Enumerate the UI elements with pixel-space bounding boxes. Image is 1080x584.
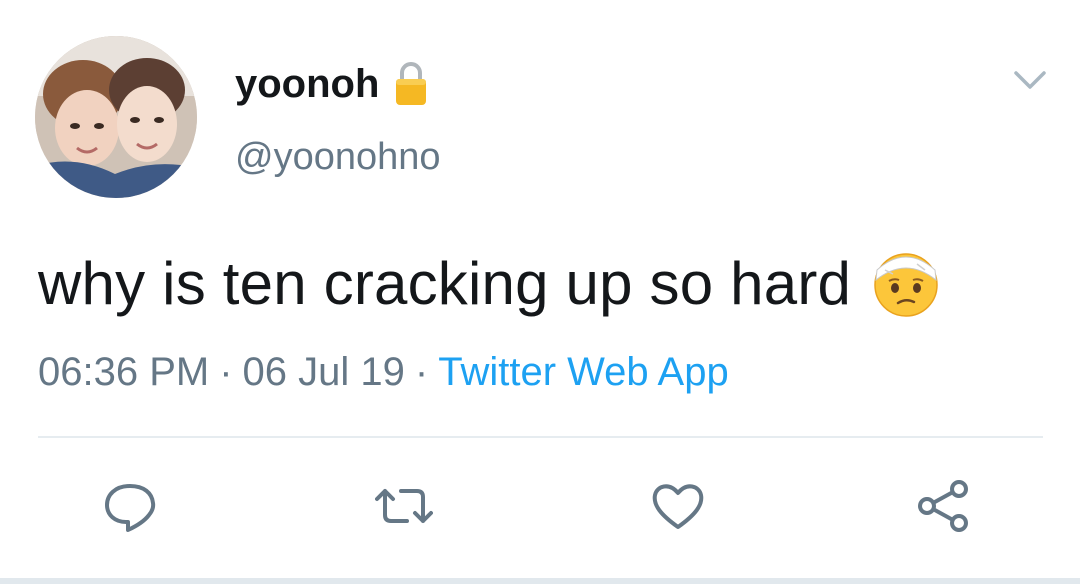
like-button[interactable] xyxy=(648,476,708,536)
retweet-button[interactable] xyxy=(374,476,434,536)
meta-separator: · xyxy=(219,350,233,394)
divider xyxy=(38,436,1043,438)
tweet-date[interactable]: 06 Jul 19 xyxy=(243,350,405,394)
retweet-icon xyxy=(375,489,433,523)
reply-button[interactable] xyxy=(100,476,160,536)
share-icon xyxy=(918,480,968,532)
heart-icon xyxy=(652,484,704,529)
speech-bubble-icon xyxy=(105,484,156,532)
bottom-border xyxy=(0,578,1080,584)
display-name[interactable]: yoonoh xyxy=(235,62,379,107)
tweet-meta: 06:36 PM · 06 Jul 19 · Twitter Web App xyxy=(38,350,729,395)
tweet-source-link[interactable]: Twitter Web App xyxy=(438,350,729,394)
tweet-time[interactable]: 06:36 PM xyxy=(38,350,209,394)
author-name-row[interactable]: yoonoh xyxy=(235,60,429,108)
lock-icon xyxy=(393,60,429,108)
avatar-photo xyxy=(35,36,197,198)
avatar[interactable] xyxy=(35,36,197,198)
chevron-down-icon[interactable] xyxy=(1012,68,1048,92)
meta-separator: · xyxy=(414,350,429,394)
author-handle[interactable]: @yoonohno xyxy=(235,136,441,179)
tweet-text-row: why is ten cracking up so hard xyxy=(38,248,941,318)
share-button[interactable] xyxy=(914,476,974,536)
face-with-head-bandage-icon xyxy=(871,248,941,318)
tweet-text: why is ten cracking up so hard xyxy=(38,249,852,317)
